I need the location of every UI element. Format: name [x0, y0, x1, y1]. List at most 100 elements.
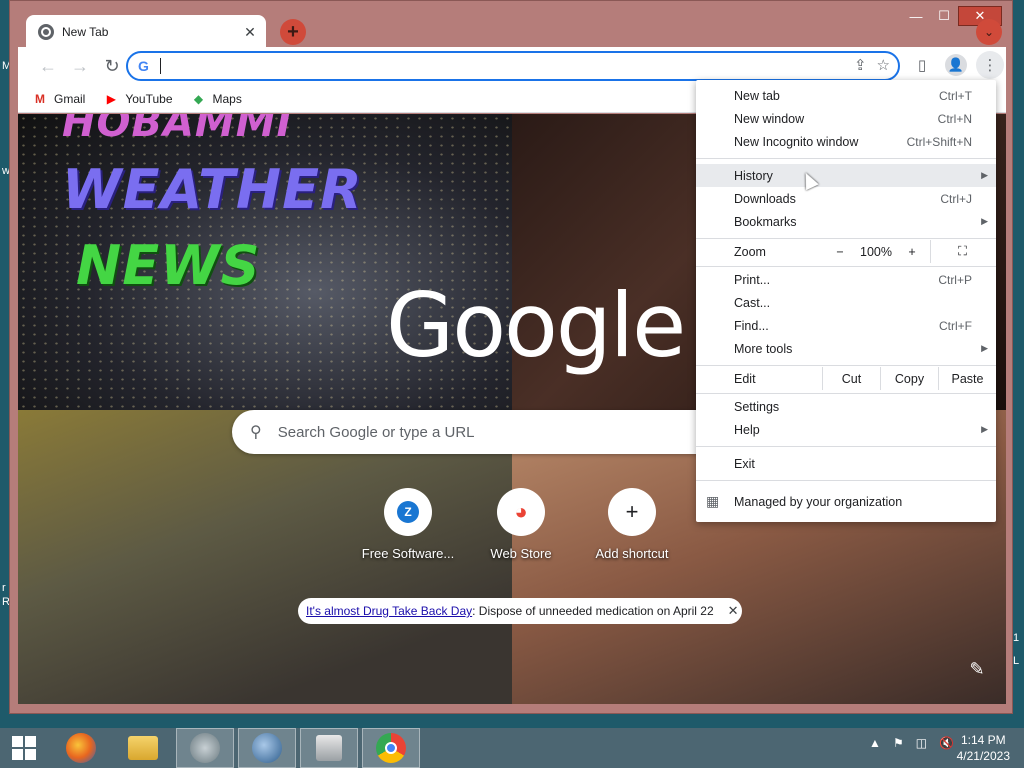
action-center-flag-icon[interactable]: ⚑: [893, 736, 904, 750]
promo-close-icon[interactable]: ✕: [728, 603, 739, 619]
forward-button[interactable]: →: [64, 50, 96, 82]
menu-label: History: [734, 168, 773, 183]
menu-item-new-window[interactable]: New window Ctrl+N: [696, 107, 996, 130]
clock-date: 4/21/2023: [956, 749, 1010, 763]
taskbar-file-explorer[interactable]: [114, 728, 172, 768]
menu-item-find[interactable]: Find... Ctrl+F: [696, 314, 996, 337]
menu-label: Managed by your organization: [734, 494, 903, 509]
bookmark-label: Gmail: [54, 91, 86, 106]
bookmark-star-icon[interactable]: ☆: [877, 56, 890, 74]
zoom-in-button[interactable]: +: [894, 240, 930, 263]
bookmark-gmail[interactable]: M Gmail: [32, 92, 85, 106]
copy-button[interactable]: Copy: [880, 367, 938, 390]
system-tray: ▲ ⚑ ◫ 🔇: [869, 736, 954, 750]
desktop-text-fragment: L: [1013, 655, 1020, 667]
cut-button[interactable]: Cut: [822, 367, 880, 390]
tab-new-tab[interactable]: New Tab ✕: [26, 15, 266, 49]
add-shortcut-button[interactable]: + Add shortcut: [576, 488, 688, 561]
customize-pencil-icon[interactable]: ✎: [962, 654, 992, 684]
chrome-menu-button[interactable]: ⋮: [976, 51, 1004, 79]
menu-item-exit[interactable]: Exit: [696, 452, 996, 475]
avatar-icon: 👤: [945, 54, 967, 76]
youtube-icon: ▶: [106, 91, 116, 106]
shortcut-web-store[interactable]: ◕ Web Store: [465, 488, 577, 561]
zoom-out-button[interactable]: −: [822, 240, 858, 263]
menu-item-new-incognito-window[interactable]: New Incognito window Ctrl+Shift+N: [696, 130, 996, 153]
menu-label: New tab: [734, 88, 780, 103]
reload-button[interactable]: ↻: [96, 50, 128, 82]
back-button[interactable]: ←: [32, 50, 64, 82]
menu-label: Print...: [734, 272, 771, 287]
menu-item-history[interactable]: History ▶: [696, 164, 996, 187]
menu-item-help[interactable]: Help ▶: [696, 418, 996, 441]
new-tab-button[interactable]: +: [280, 19, 306, 45]
taskbar-network-globe[interactable]: [238, 728, 296, 768]
menu-label: Zoom: [734, 244, 766, 259]
menu-label: Find...: [734, 318, 769, 333]
menu-separator: [696, 365, 996, 366]
tab-strip: New Tab ✕ + ⌄: [18, 13, 1004, 49]
zoom-level: 100%: [860, 244, 892, 259]
menu-item-bookmarks[interactable]: Bookmarks ▶: [696, 210, 996, 233]
menu-separator: [696, 446, 996, 447]
start-button[interactable]: [0, 728, 48, 768]
tab-title: New Tab: [62, 25, 109, 39]
shortcut-free-software[interactable]: Z Free Software...: [352, 488, 464, 561]
menu-shortcut: Ctrl+T: [939, 88, 972, 103]
menu-separator: [696, 238, 996, 239]
submenu-arrow-icon: ▶: [981, 170, 988, 180]
share-icon[interactable]: ⇪: [854, 56, 867, 74]
taskbar-app-3[interactable]: [176, 728, 234, 768]
menu-separator: [696, 158, 996, 159]
chrome-app-menu: New tab Ctrl+T New window Ctrl+N New Inc…: [696, 80, 996, 522]
network-icon[interactable]: ◫: [916, 736, 927, 750]
tray-overflow-icon[interactable]: ▲: [869, 736, 881, 750]
web-store-icon: ◕: [497, 488, 545, 536]
promo-link[interactable]: It's almost Drug Take Back Day: [306, 604, 472, 618]
profile-button[interactable]: 👤: [942, 51, 970, 79]
search-icon: ⚲: [250, 424, 262, 441]
menu-label: Settings: [734, 399, 780, 414]
taskbar: ▲ ⚑ ◫ 🔇 1:14 PM 4/21/2023: [0, 728, 1024, 768]
menu-separator: [696, 266, 996, 267]
bookmark-label: YouTube: [125, 91, 173, 106]
bookmark-label: Maps: [212, 91, 242, 106]
shortcut-label: Add shortcut: [595, 546, 669, 561]
menu-label: New Incognito window: [734, 134, 859, 149]
menu-item-cast[interactable]: Cast...: [696, 291, 996, 314]
menu-item-settings[interactable]: Settings: [696, 395, 996, 418]
z-site-icon: Z: [397, 501, 419, 523]
menu-item-more-tools[interactable]: More tools ▶: [696, 337, 996, 360]
plus-icon: +: [608, 488, 656, 536]
paste-button[interactable]: Paste: [938, 367, 996, 390]
menu-item-print[interactable]: Print... Ctrl+P: [696, 268, 996, 291]
menu-separator: [696, 393, 996, 394]
menu-row-zoom: Zoom − 100% + ⛶: [696, 240, 996, 263]
tab-close-icon[interactable]: ✕: [240, 22, 260, 42]
taskbar-chrome[interactable]: [362, 728, 420, 768]
text-caret: [160, 58, 161, 74]
bookmark-maps[interactable]: ◆ Maps: [191, 92, 242, 106]
menu-label: Edit: [734, 371, 756, 386]
menu-shortcut: Ctrl+P: [938, 272, 972, 287]
fullscreen-icon[interactable]: ⛶: [930, 240, 994, 263]
menu-item-downloads[interactable]: Downloads Ctrl+J: [696, 187, 996, 210]
promo-banner: It's almost Drug Take Back Day : Dispose…: [298, 598, 742, 624]
menu-label: Help: [734, 422, 760, 437]
address-bar[interactable]: G ⇪ ☆: [126, 51, 900, 81]
bookmark-youtube[interactable]: ▶ YouTube: [103, 91, 173, 106]
menu-item-managed[interactable]: ▦ Managed by your organization: [696, 490, 996, 513]
menu-label: Bookmarks: [734, 214, 797, 229]
chrome-favicon-icon: [38, 24, 54, 40]
volume-muted-icon[interactable]: 🔇: [939, 736, 954, 750]
app-icon: [190, 733, 220, 763]
system-clock[interactable]: 1:14 PM 4/21/2023: [957, 732, 1010, 764]
taskbar-firefox[interactable]: [52, 728, 110, 768]
firefox-icon: [66, 733, 96, 763]
side-panel-icon[interactable]: ▯: [908, 51, 936, 79]
menu-label: Cast...: [734, 295, 771, 310]
app-icon: [316, 735, 342, 761]
tab-search-button[interactable]: ⌄: [976, 19, 1002, 45]
menu-item-new-tab[interactable]: New tab Ctrl+T: [696, 84, 996, 107]
taskbar-app-5[interactable]: [300, 728, 358, 768]
